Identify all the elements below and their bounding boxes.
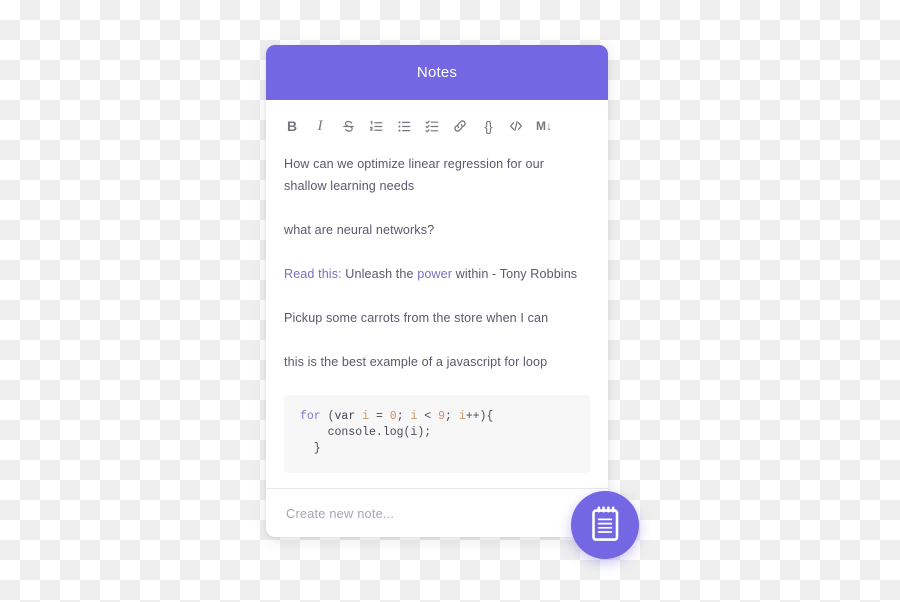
code-line-3: } — [300, 442, 321, 455]
code-token: ++){ — [465, 410, 494, 423]
note-paragraph-3: Read this: Unleash the power within - To… — [284, 263, 590, 285]
note-paragraph-2: what are neural networks? — [284, 223, 435, 237]
code-line-2: console.log(i); — [300, 426, 432, 439]
notes-body: How can we optimize linear regression fo… — [266, 149, 608, 488]
code-token: ( — [320, 410, 335, 423]
screenshot-stage: Notes B I {} M↓ How can we optimize line… — [0, 0, 900, 602]
notepad-icon — [588, 506, 622, 545]
checklist-icon[interactable] — [418, 113, 446, 139]
create-note-fab[interactable] — [571, 491, 639, 559]
note-paragraph-1: How can we optimize linear regression fo… — [284, 157, 544, 193]
code-block: for (var i = 0; i < 9; i++){ console.log… — [284, 395, 590, 473]
notes-footer — [266, 488, 608, 537]
note-paragraph-4: Pickup some carrots from the store when … — [284, 311, 549, 325]
code-number: 0 — [389, 410, 397, 423]
note-paragraph-5: this is the best example of a javascript… — [284, 355, 548, 369]
note-highlight-word: power — [417, 267, 453, 281]
note-text-segment-2: within - Tony Robbins — [452, 267, 578, 281]
code-token: ; — [396, 410, 411, 423]
link-icon[interactable] — [446, 113, 474, 139]
note-text-segment: Unleash the — [341, 267, 418, 281]
code-keyword-for: for — [300, 410, 321, 423]
editor-toolbar: B I {} M↓ — [266, 100, 608, 149]
bullet-list-icon[interactable] — [390, 113, 418, 139]
note-link-prefix[interactable]: Read this: — [284, 267, 342, 281]
ordered-list-icon[interactable] — [362, 113, 390, 139]
new-note-input[interactable] — [284, 504, 590, 522]
code-block-icon[interactable]: {} — [474, 113, 502, 139]
page-title: Notes — [416, 64, 458, 81]
code-keyword-var: var — [334, 410, 356, 423]
markdown-icon[interactable]: M↓ — [530, 113, 558, 139]
code-token: < — [417, 410, 439, 423]
inline-code-icon[interactable] — [502, 113, 530, 139]
italic-icon[interactable]: I — [306, 113, 334, 139]
notes-card: Notes B I {} M↓ How can we optimize line… — [266, 45, 608, 537]
code-token: = — [369, 410, 390, 423]
code-identifier: i — [458, 410, 466, 423]
bold-icon[interactable]: B — [278, 113, 306, 139]
strikethrough-icon[interactable] — [334, 113, 362, 139]
code-token: ; — [445, 410, 459, 423]
code-number: 9 — [438, 410, 446, 423]
notes-header: Notes — [266, 45, 608, 100]
